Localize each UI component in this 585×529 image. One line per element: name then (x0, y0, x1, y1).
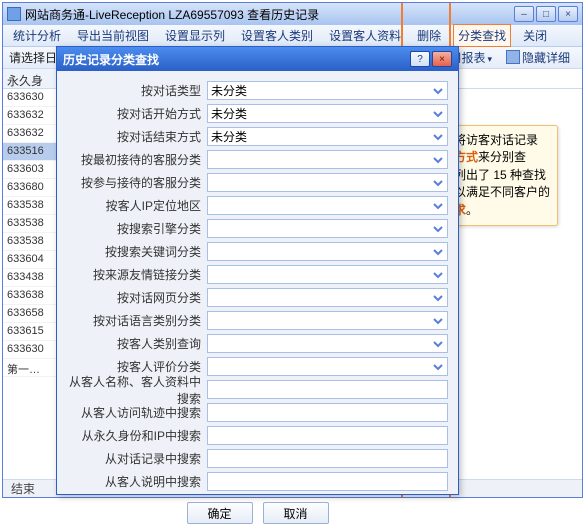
dialog-close-button[interactable]: × (432, 51, 452, 67)
form-row: 从永久身份和IP中搜索 (67, 424, 448, 447)
window-title: 网站商务通-LiveReception LZA69557093 查看历史记录 (25, 6, 514, 23)
field-label: 从对话记录中搜索 (67, 450, 207, 467)
form-row: 按搜索关键词分类 (67, 240, 448, 263)
field-label: 从客人说明中搜索 (67, 473, 207, 490)
form-row: 按客人类别查询 (67, 332, 448, 355)
field-label: 从永久身份和IP中搜索 (67, 427, 207, 444)
form-row: 按来源友情链接分类 (67, 263, 448, 286)
form-row: 按最初接待的客服分类 (67, 148, 448, 171)
field-label: 按对话网页分类 (67, 289, 207, 306)
form-row: 按对话结束方式未分类 (67, 125, 448, 148)
menu-item[interactable]: 设置客人类别 (237, 25, 317, 46)
list-item[interactable]: 633516 (3, 143, 60, 161)
form-row: 按客人IP定位地区 (67, 194, 448, 217)
form-row: 按对话开始方式未分类 (67, 102, 448, 125)
form-row: 按参与接待的客服分类 (67, 171, 448, 194)
field-label: 按对话类型 (67, 82, 207, 99)
list-item[interactable]: 633538 (3, 197, 60, 215)
menu-item[interactable]: 删除 (413, 25, 445, 46)
form-row: 按对话类型未分类 (67, 79, 448, 102)
list-item[interactable]: 633604 (3, 251, 60, 269)
field-select[interactable] (207, 242, 448, 261)
maximize-button[interactable]: □ (536, 6, 556, 22)
list-item[interactable]: 633538 (3, 215, 60, 233)
list-item[interactable]: 第一… (3, 359, 60, 377)
dialog-help-button[interactable]: ? (410, 51, 430, 67)
form-row: 按对话语言类别分类 (67, 309, 448, 332)
field-input[interactable] (207, 403, 448, 422)
dialog-body: 按对话类型未分类按对话开始方式未分类按对话结束方式未分类按最初接待的客服分类按参… (57, 71, 458, 497)
app-icon (7, 7, 21, 21)
field-label: 按对话语言类别分类 (67, 312, 207, 329)
field-select[interactable] (207, 150, 448, 169)
field-select[interactable] (207, 357, 448, 376)
field-select[interactable]: 未分类 (207, 127, 448, 146)
field-input[interactable] (207, 426, 448, 445)
form-row: 按对话网页分类 (67, 286, 448, 309)
form-row: 从客人名称、客人资料中搜索 (67, 378, 448, 401)
form-row: 按搜索引擎分类 (67, 217, 448, 240)
field-select[interactable] (207, 196, 448, 215)
status-text: 结束 (11, 480, 35, 497)
menu-item[interactable]: 导出当前视图 (73, 25, 153, 46)
list-item[interactable]: 633632 (3, 107, 60, 125)
menu-item[interactable]: 分类查找 (453, 24, 511, 47)
dialog-titlebar: 历史记录分类查找 ? × (57, 47, 458, 71)
field-select[interactable] (207, 288, 448, 307)
toolbar-select-label: 请选择日 (9, 49, 57, 66)
menu-item[interactable]: 关闭 (519, 25, 551, 46)
field-select[interactable] (207, 311, 448, 330)
field-label: 从客人名称、客人资料中搜索 (67, 373, 207, 407)
field-input[interactable] (207, 449, 448, 468)
field-label: 按对话结束方式 (67, 128, 207, 145)
field-label: 按来源友情链接分类 (67, 266, 207, 283)
dialog-title: 历史记录分类查找 (63, 51, 408, 68)
field-label: 从客人访问轨迹中搜索 (67, 404, 207, 421)
main-titlebar: 网站商务通-LiveReception LZA69557093 查看历史记录 –… (3, 3, 582, 25)
menu-item[interactable]: 设置显示列 (161, 25, 229, 46)
field-input[interactable] (207, 472, 448, 491)
list-item[interactable]: 633603 (3, 161, 60, 179)
list-item[interactable]: 633638 (3, 287, 60, 305)
chevron-down-icon: ▾ (487, 54, 492, 64)
list-item[interactable]: 633438 (3, 269, 60, 287)
list-item[interactable]: 633680 (3, 179, 60, 197)
form-row: 从对话记录中搜索 (67, 447, 448, 470)
list-item[interactable]: 633615 (3, 323, 60, 341)
left-column: 永久身 633630633632633632633516633603633680… (3, 69, 61, 479)
field-label: 按搜索引擎分类 (67, 220, 207, 237)
field-label: 按搜索关键词分类 (67, 243, 207, 260)
field-label: 按客人IP定位地区 (67, 197, 207, 214)
cancel-button[interactable]: 取消 (263, 502, 329, 524)
menu-item[interactable]: 设置客人资料 (325, 25, 405, 46)
hide-detail-button[interactable]: 隐藏详细 (504, 47, 576, 68)
search-dialog: 历史记录分类查找 ? × 按对话类型未分类按对话开始方式未分类按对话结束方式未分… (56, 46, 459, 495)
list-item[interactable]: 633630 (3, 89, 60, 107)
minimize-button[interactable]: – (514, 6, 534, 22)
field-input[interactable] (207, 380, 448, 399)
menubar: 统计分析导出当前视图设置显示列设置客人类别设置客人资料删除分类查找关闭 (3, 25, 582, 47)
list-item[interactable]: 633630 (3, 341, 60, 359)
field-label: 按对话开始方式 (67, 105, 207, 122)
field-select[interactable] (207, 173, 448, 192)
field-label: 按最初接待的客服分类 (67, 151, 207, 168)
field-select[interactable] (207, 334, 448, 353)
menu-item[interactable]: 统计分析 (9, 25, 65, 46)
field-label: 按参与接待的客服分类 (67, 174, 207, 191)
close-button[interactable]: × (558, 6, 578, 22)
list-item[interactable]: 633658 (3, 305, 60, 323)
form-row: 从客人访问轨迹中搜索 (67, 401, 448, 424)
field-select[interactable]: 未分类 (207, 81, 448, 100)
ok-button[interactable]: 确定 (187, 502, 253, 524)
field-select[interactable] (207, 265, 448, 284)
field-select[interactable] (207, 219, 448, 238)
field-select[interactable]: 未分类 (207, 104, 448, 123)
dialog-footer: 确定 取消 (57, 497, 458, 529)
list-item[interactable]: 633538 (3, 233, 60, 251)
list-item[interactable]: 633632 (3, 125, 60, 143)
form-row: 从客人说明中搜索 (67, 470, 448, 493)
field-label: 按客人类别查询 (67, 335, 207, 352)
left-header: 永久身 (3, 69, 60, 89)
